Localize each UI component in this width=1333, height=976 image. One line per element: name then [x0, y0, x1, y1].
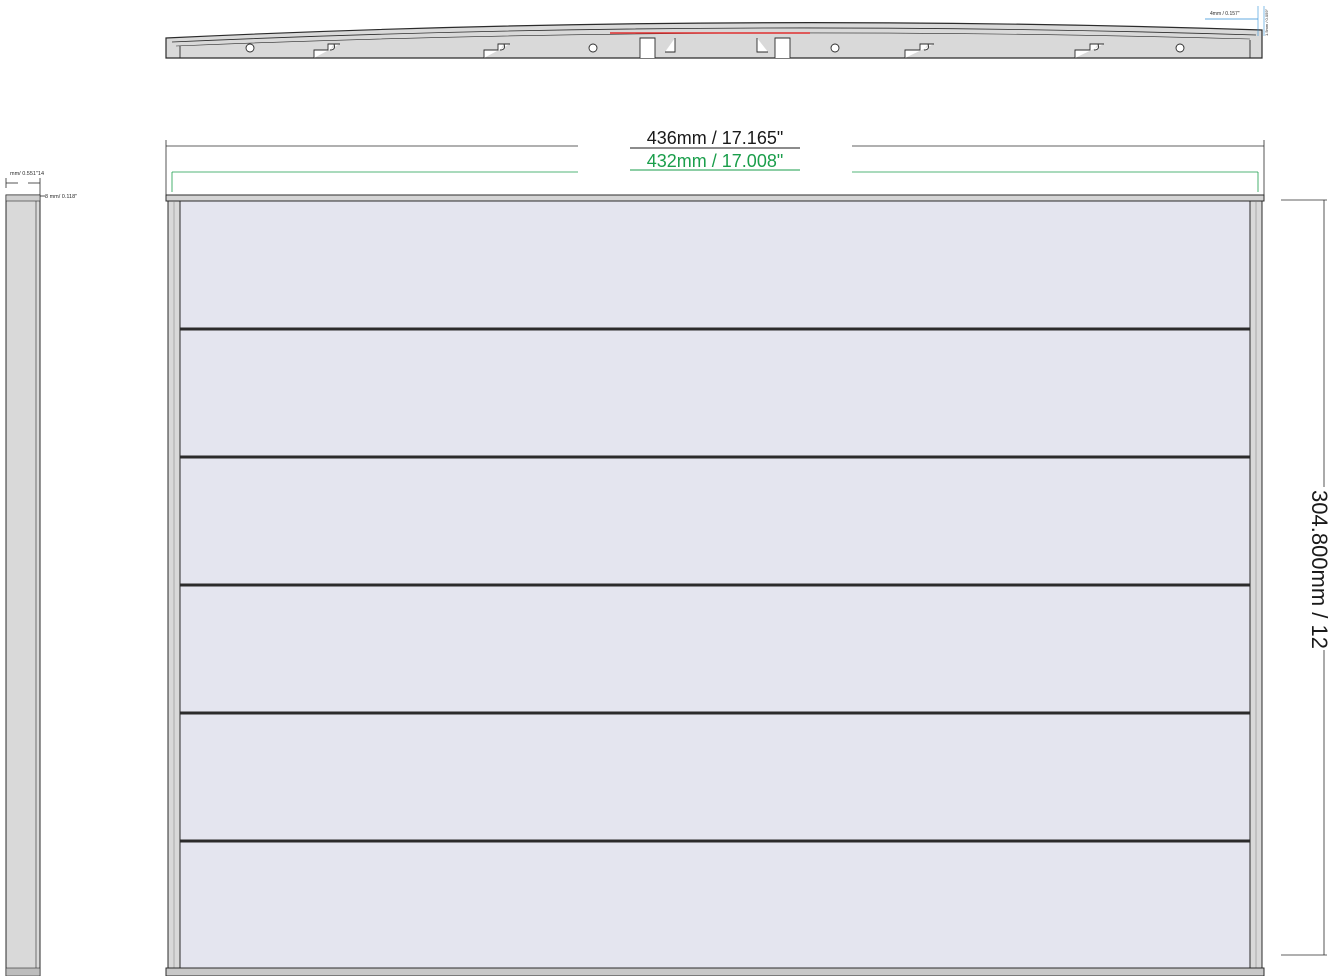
side-inner-dimension: 3 mm/ 0.118" [45, 194, 77, 200]
top-right-width-label: 4mm / 0.157" [1210, 11, 1240, 17]
panel-top-cap [165, 194, 1265, 202]
slat [179, 328, 1251, 457]
slat [179, 456, 1251, 585]
panel-bottom-cap [165, 967, 1265, 976]
height-label: 304.800mm / 12 [1307, 490, 1332, 649]
outer-width-label: 436mm / 17.165" [647, 128, 783, 148]
slat [179, 840, 1251, 969]
top-profile-view: 4mm / 0.157" 1.5mm / 0.059" [165, 6, 1269, 59]
side-top-dimension: mm/ 0.551"14 [10, 171, 44, 177]
width-dimension: 436mm / 17.165" 432mm / 17.008" [165, 128, 1265, 197]
slat [179, 712, 1251, 841]
height-dimension: 304.800mm / 12 [1281, 199, 1332, 956]
front-panel [165, 194, 1265, 976]
side-panel [5, 194, 41, 976]
slat [179, 584, 1251, 713]
technical-drawing: 4mm / 0.157" 1.5mm / 0.059" mm/ 0.551"14… [0, 0, 1333, 976]
inner-width-label: 432mm / 17.008" [647, 151, 783, 171]
side-view: mm/ 0.551"14 3 mm/ 0.118" [5, 171, 77, 976]
side-panel-cap [5, 194, 41, 202]
top-right-depth-label: 1.5mm / 0.059" [1264, 8, 1269, 36]
slat [179, 200, 1251, 329]
